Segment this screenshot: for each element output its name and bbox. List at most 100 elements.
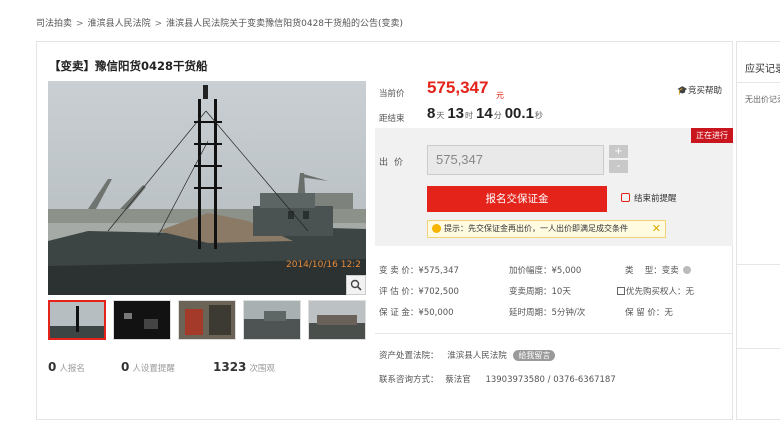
status-badge: 正在进行 xyxy=(691,128,733,143)
main-photo[interactable]: 2014/10/16 12:2 xyxy=(48,81,366,295)
thumbnail-2[interactable] xyxy=(113,300,171,340)
signup-count: 0 xyxy=(48,360,57,374)
type-item: 类 型：变卖 xyxy=(625,264,691,276)
tip-bar: 提示：先交保证金再出价，一人出价即满足成交条件 ✕ xyxy=(427,220,666,238)
sale-price-label: 变 卖 价： xyxy=(379,266,419,276)
priority-icon xyxy=(617,287,625,295)
contact-phone: 13903973580 / 0376-6367187 xyxy=(485,375,616,385)
reminder-count: 0 xyxy=(121,360,130,374)
reserve-item: 保 留 价：无 xyxy=(625,306,673,318)
countdown-seconds-unit: 秒 xyxy=(534,111,543,120)
countdown-days-unit: 天 xyxy=(436,111,445,120)
valuation-item: 评 估 价：¥702,500 xyxy=(379,285,459,297)
countdown-seconds: 00.1 xyxy=(504,105,534,122)
divider xyxy=(375,333,733,334)
countdown-hours-unit: 时 xyxy=(465,111,474,120)
breadcrumb-item-judicial-auction[interactable]: 司法拍卖 xyxy=(36,19,72,29)
breadcrumb-separator: > xyxy=(154,19,163,29)
contact-label: 联系咨询方式： xyxy=(379,375,439,385)
bid-decrease-button[interactable]: - xyxy=(609,160,628,173)
leave-message-button[interactable]: 给我留言 xyxy=(513,350,556,361)
divider xyxy=(737,82,780,83)
sale-price-value: ¥575,347 xyxy=(418,266,459,276)
tip-text: 提示：先交保证金再出价，一人出价即满足成交条件 xyxy=(444,224,628,233)
current-price-unit: 元 xyxy=(496,91,504,100)
delay-value: 5分钟/次 xyxy=(551,308,586,318)
deposit-label: 保 证 金： xyxy=(379,308,419,318)
type-value: 变卖 xyxy=(661,266,679,276)
view-stat: 1323 次围观 xyxy=(213,360,275,374)
thumbnail-1[interactable] xyxy=(48,300,106,340)
help-circle-icon[interactable] xyxy=(682,266,691,274)
divider xyxy=(737,348,780,349)
countdown-row: 距结束 8天 13时 14分 00.1秒 xyxy=(379,105,734,127)
current-price-label: 当前价 xyxy=(379,89,405,99)
search-icon xyxy=(350,279,362,291)
deposit-item: 保 证 金：¥50,000 xyxy=(379,306,454,318)
view-count: 1323 xyxy=(213,360,247,374)
contact-name: 蔡法官 xyxy=(445,375,471,385)
page-title: 【变卖】豫信阳货0428干货船 xyxy=(49,59,208,73)
bid-panel: 正在进行 出价 575,347 + - 报名交保证金 结束前提醒 提示：先交保证… xyxy=(375,128,733,246)
contact-row: 联系咨询方式： 蔡法官 13903973580 / 0376-6367187 xyxy=(379,373,616,385)
cycle-label: 变卖周期： xyxy=(509,287,552,297)
reminder-label: 人设置提醒 xyxy=(132,364,175,374)
increment-label: 加价幅度： xyxy=(509,266,552,276)
court-label: 资产处置法院： xyxy=(379,351,439,361)
delay-item: 延时周期：5分钟/次 xyxy=(509,306,585,318)
auction-help-label: 竞买帮助 xyxy=(687,86,722,96)
thumbnail-4[interactable] xyxy=(243,300,301,340)
countdown-timer: 8天 13时 14分 00.1秒 xyxy=(427,105,546,122)
increment-item: 加价幅度：¥5,000 xyxy=(509,264,581,276)
auction-help-link[interactable]: 🎓竞买帮助 xyxy=(677,84,722,96)
graduation-cap-icon: 🎓 xyxy=(677,86,688,96)
cycle-value: 10天 xyxy=(551,287,571,297)
bid-record-panel: 应买记录 无出价记录 xyxy=(736,41,780,420)
current-price-row: 当前价 575,347 元 🎓竞买帮助 xyxy=(379,78,734,102)
signup-stat: 0 人报名 xyxy=(48,360,85,374)
zoom-button[interactable] xyxy=(346,275,366,295)
reserve-label: 保 留 价： xyxy=(625,308,665,318)
view-label: 次围观 xyxy=(249,364,275,374)
ship-photo-image: 2014/10/16 12:2 xyxy=(48,81,366,295)
countdown-minutes: 14 xyxy=(476,105,493,122)
reserve-value: 无 xyxy=(664,308,673,318)
thumbnail-strip xyxy=(48,300,366,340)
alarm-clock-icon xyxy=(621,193,630,202)
sale-price-item: 变 卖 价：¥575,347 xyxy=(379,264,459,276)
bid-amount-input[interactable]: 575,347 xyxy=(427,145,604,175)
court-row: 资产处置法院： 淮滨县人民法院 给我留言 xyxy=(379,349,556,361)
deposit-value: ¥50,000 xyxy=(418,308,454,318)
priority-label: 优先购买权人： xyxy=(626,287,686,297)
countdown-minutes-unit: 分 xyxy=(493,111,502,120)
countdown-hours: 13 xyxy=(447,105,465,122)
bid-increase-button[interactable]: + xyxy=(609,145,628,158)
increment-value: ¥5,000 xyxy=(551,266,582,276)
court-name[interactable]: 淮滨县人民法院 xyxy=(447,351,507,361)
type-label: 类 型： xyxy=(625,266,662,276)
thumbnail-5[interactable] xyxy=(308,300,366,340)
priority-item: 优先购买权人：无 xyxy=(617,285,694,297)
lightbulb-icon xyxy=(432,224,441,233)
countdown-label: 距结束 xyxy=(379,114,405,124)
delay-label: 延时周期： xyxy=(509,308,552,318)
countdown-days: 8 xyxy=(427,105,436,122)
end-reminder-label: 结束前提醒 xyxy=(634,194,677,204)
cycle-item: 变卖周期：10天 xyxy=(509,285,571,297)
end-reminder-link[interactable]: 结束前提醒 xyxy=(621,192,677,204)
bid-record-title: 应买记录 xyxy=(745,64,780,75)
valuation-label: 评 估 价： xyxy=(379,287,419,297)
breadcrumb-item-announcement[interactable]: 淮滨县人民法院关于变卖豫信阳货0428干货船的公告(变卖) xyxy=(166,19,403,29)
breadcrumb-item-court[interactable]: 淮滨县人民法院 xyxy=(88,19,151,29)
close-icon[interactable]: ✕ xyxy=(652,221,661,237)
auction-stats: 0 人报名 0 人设置提醒 1323 次围观 xyxy=(48,360,368,376)
bid-label: 出价 xyxy=(379,158,410,168)
reminder-stat: 0 人设置提醒 xyxy=(121,360,175,374)
signup-label: 人报名 xyxy=(59,364,85,374)
breadcrumb: 司法拍卖 > 淮滨县人民法院 > 淮滨县人民法院关于变卖豫信阳货0428干货船的公告(变… xyxy=(36,16,403,29)
auction-info-grid: 变 卖 价：¥575,347 加价幅度：¥5,000 类 型：变卖 评 估 价：… xyxy=(379,264,734,324)
current-price-value: 575,347 xyxy=(427,78,489,97)
breadcrumb-separator: > xyxy=(76,19,84,29)
pay-deposit-button[interactable]: 报名交保证金 xyxy=(427,186,607,212)
thumbnail-3[interactable] xyxy=(178,300,236,340)
